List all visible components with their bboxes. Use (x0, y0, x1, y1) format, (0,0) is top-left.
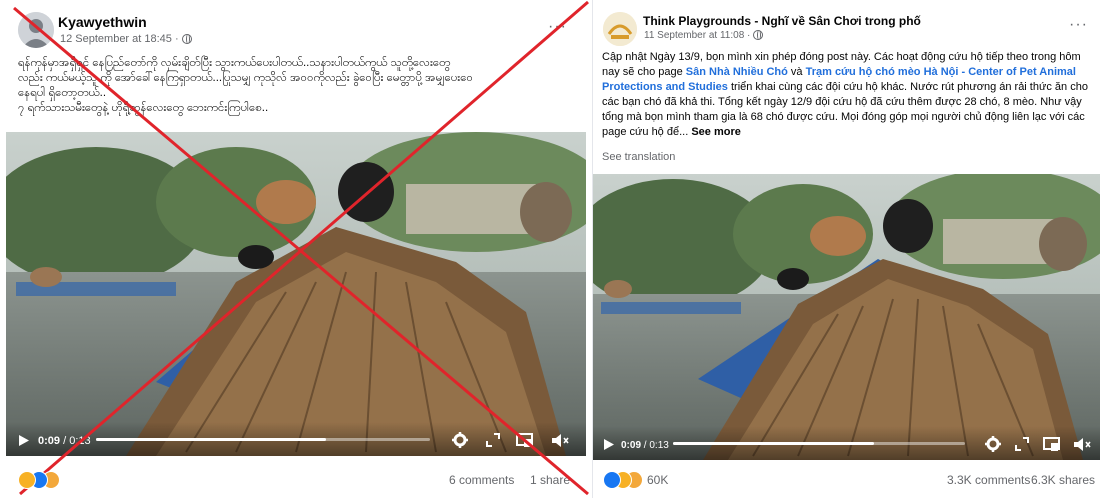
more-icon[interactable]: ··· (1069, 16, 1088, 34)
mute-icon[interactable] (1073, 437, 1091, 452)
video-time: 0:09 / 0:13 (38, 435, 91, 447)
haha-reaction-icon (18, 471, 36, 489)
reaction-count[interactable]: 60K (647, 473, 668, 487)
fullscreen-icon[interactable] (1015, 437, 1029, 451)
progress-bar[interactable] (96, 438, 430, 441)
author-avatar[interactable] (18, 12, 54, 48)
post-text-line: ရန်ကုန်မှာအရှိရှင် နေပြည်တော်ကို လှမ်းချ… (18, 57, 451, 69)
settings-icon[interactable] (985, 436, 1001, 452)
current-time: 0:09 (621, 440, 642, 451)
like-reaction-icon (603, 471, 621, 489)
page-name[interactable]: Think Playgrounds - Nghĩ về Sân Chơi tro… (643, 14, 921, 28)
pip-icon[interactable] (1043, 437, 1060, 452)
post-text-line: နေရပါ ရှိတော့တယ်.. (18, 87, 107, 99)
pip-icon[interactable] (516, 433, 533, 448)
post-text: ရန်ကုန်မှာအရှိရှင် နေပြည်တော်ကို လှမ်းချ… (18, 56, 584, 116)
play-icon[interactable] (603, 438, 615, 451)
video-controls: 0:09 / 0:13 (593, 426, 1100, 460)
globe-icon (181, 34, 192, 44)
video-frame (6, 132, 586, 456)
total-time: 0:13 (649, 440, 669, 451)
post-date[interactable]: 12 September at 18:45 · (60, 33, 192, 45)
post-date-text[interactable]: 11 September at 11:08 · (644, 30, 750, 41)
see-translation-link[interactable]: See translation (602, 151, 675, 163)
time-separator: / (643, 440, 647, 451)
video-controls: 0:09 / 0:13 (6, 422, 586, 456)
current-time: 0:09 (38, 435, 61, 447)
video-frame (593, 174, 1100, 460)
progress-fill (96, 438, 327, 441)
video-player[interactable]: 0:09 / 0:13 (6, 132, 586, 456)
author-name[interactable]: Kyawyethwin (58, 14, 147, 30)
page-link-san-nha-nhieu-cho[interactable]: Sân Nhà Nhiều Chó (686, 66, 788, 78)
total-time: 0:13 (69, 435, 91, 447)
page-avatar[interactable] (603, 12, 637, 46)
time-separator: / (63, 435, 67, 447)
left-post: Kyawyethwin 12 September at 18:45 · ··· … (0, 0, 592, 498)
see-more-link[interactable]: See more (691, 126, 741, 138)
video-player[interactable]: 0:09 / 0:13 (593, 174, 1100, 460)
play-icon[interactable] (18, 434, 30, 447)
reactions-summary[interactable] (603, 471, 651, 489)
fullscreen-icon[interactable] (486, 433, 500, 447)
post-text-line: လည်း ကယ်မယ့်သူ ကို အော်ခေါ်နေကြရှာတယ်...… (18, 72, 473, 84)
progress-fill (673, 442, 875, 445)
progress-bar[interactable] (673, 442, 965, 445)
shares-count[interactable]: 6.3K shares (1031, 473, 1095, 487)
comments-count[interactable]: 3.3K comments (947, 473, 1030, 487)
reactions-summary[interactable] (18, 471, 78, 489)
right-post: Think Playgrounds - Nghĩ về Sân Chơi tro… (592, 0, 1100, 498)
post-text-line: ၇ ရက်သားသမီးတွေနဲ့ ဟိုရို့ဆွန်လေးတွေ ဘေး… (18, 102, 269, 114)
video-time: 0:09 / 0:13 (621, 440, 669, 451)
post-date[interactable]: 11 September at 11:08 · (644, 30, 764, 41)
more-icon[interactable]: ··· (548, 18, 567, 36)
shares-count[interactable]: 1 share (530, 473, 570, 487)
post-text: Cập nhật Ngày 13/9, bọn mình xin phép đó… (602, 50, 1094, 140)
post-text-part: và (787, 66, 806, 78)
mute-icon[interactable] (551, 433, 569, 448)
globe-icon (753, 30, 764, 40)
comments-count[interactable]: 6 comments (449, 473, 514, 487)
post-date-text[interactable]: 12 September at 18:45 · (60, 33, 179, 45)
settings-icon[interactable] (452, 432, 468, 448)
